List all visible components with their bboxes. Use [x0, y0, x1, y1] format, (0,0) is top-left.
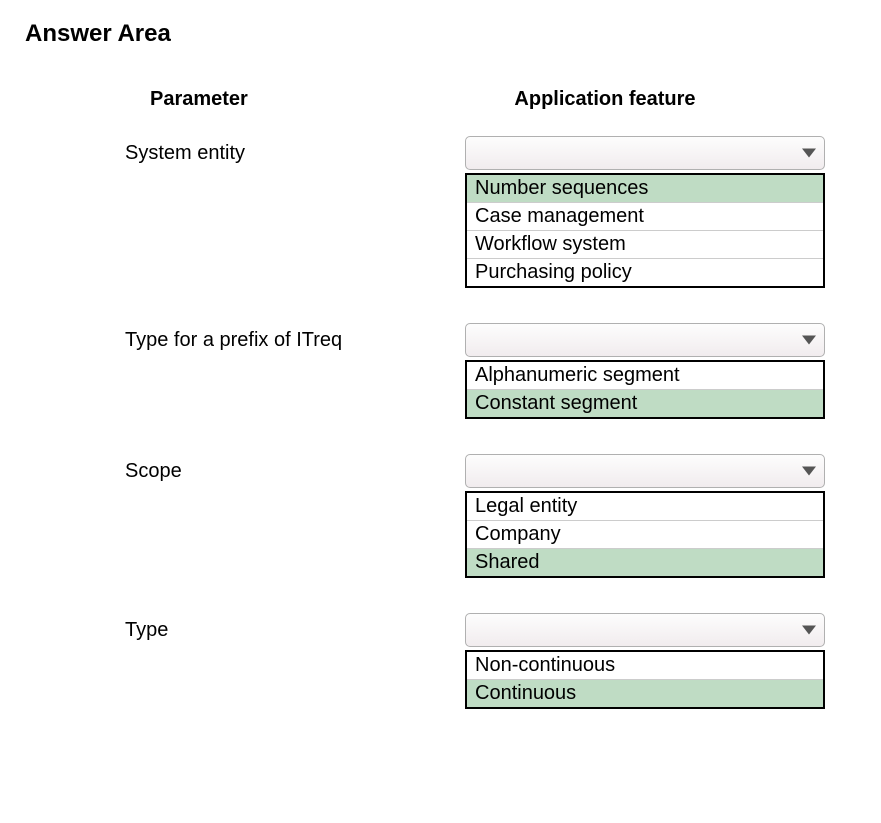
dropdown-option[interactable]: Purchasing policy [467, 259, 823, 286]
parameter-label: Type for a prefix of ITreq [25, 323, 395, 352]
dropdown-option[interactable]: Legal entity [467, 493, 823, 521]
parameter-label: Type [25, 613, 395, 642]
dropdown-option[interactable]: Non-continuous [467, 652, 823, 680]
parameter-header: Parameter [25, 88, 395, 111]
answer-row: Scope Legal entity Company Shared [25, 454, 861, 578]
feature-header: Application feature [395, 88, 815, 111]
answer-row: Type for a prefix of ITreq Alphanumeric … [25, 323, 861, 419]
answer-row: System entity Number sequences Case mana… [25, 136, 861, 288]
chevron-down-icon [802, 336, 816, 345]
chevron-down-icon [802, 467, 816, 476]
chevron-down-icon [802, 149, 816, 158]
dropdown-option[interactable]: Shared [467, 549, 823, 576]
dropdown-options: Non-continuous Continuous [465, 650, 825, 709]
dropdown-option[interactable]: Constant segment [467, 390, 823, 417]
answer-row: Type Non-continuous Continuous [25, 613, 861, 709]
dropdown-option[interactable]: Company [467, 521, 823, 549]
dropdown-options: Alphanumeric segment Constant segment [465, 360, 825, 419]
chevron-down-icon [802, 626, 816, 635]
dropdown-options: Legal entity Company Shared [465, 491, 825, 578]
dropdown-select[interactable] [465, 323, 825, 357]
page-title: Answer Area [25, 20, 861, 48]
dropdown-select[interactable] [465, 454, 825, 488]
dropdown-select[interactable] [465, 136, 825, 170]
dropdown-option[interactable]: Continuous [467, 680, 823, 707]
dropdown-options: Number sequences Case management Workflo… [465, 173, 825, 288]
parameter-label: Scope [25, 454, 395, 483]
dropdown-option[interactable]: Number sequences [467, 175, 823, 203]
dropdown-option[interactable]: Alphanumeric segment [467, 362, 823, 390]
dropdown-option[interactable]: Workflow system [467, 231, 823, 259]
parameter-label: System entity [25, 136, 395, 165]
dropdown-option[interactable]: Case management [467, 203, 823, 231]
dropdown-select[interactable] [465, 613, 825, 647]
column-headers: Parameter Application feature [25, 88, 861, 111]
